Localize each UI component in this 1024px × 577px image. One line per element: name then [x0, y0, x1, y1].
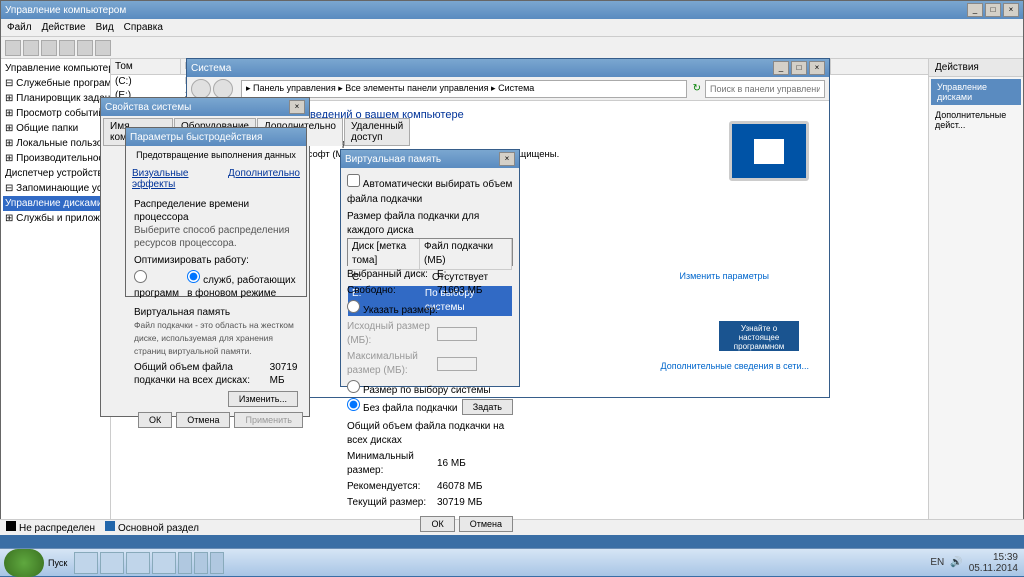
tree-perf[interactable]: ⊞ Производительность	[3, 151, 108, 166]
minimize-button[interactable]: _	[773, 61, 789, 75]
vm-header: Виртуальная память	[134, 306, 298, 319]
set-button[interactable]: Задать	[462, 399, 513, 415]
taskbar: Пуск EN 🔊 15:39 05.11.2014	[0, 548, 1024, 576]
perf-titlebar[interactable]: Параметры быстродействия	[126, 128, 306, 146]
drive-list[interactable]: Диск [метка тома] Файл подкачки (МБ) C: …	[347, 238, 513, 266]
menu-view[interactable]: Вид	[96, 22, 114, 33]
tree-services[interactable]: ⊞ Службы и приложения	[3, 211, 108, 226]
system-title: Система	[191, 63, 231, 74]
clock-date[interactable]: 05.11.2014	[969, 563, 1018, 574]
tree-eventvwr[interactable]: ⊞ Просмотр событий	[3, 106, 108, 121]
system-titlebar[interactable]: Система _ □ ×	[187, 59, 829, 77]
virtual-memory-dialog: Виртуальная память × Автоматически выбир…	[340, 149, 520, 387]
tree-storage[interactable]: ⊟ Запоминающие устройс	[3, 181, 108, 196]
maximize-button[interactable]: □	[985, 3, 1001, 17]
taskbar-task[interactable]	[210, 552, 224, 574]
maximize-button[interactable]: □	[791, 61, 807, 75]
radio-programs[interactable]: программ	[134, 270, 179, 300]
tab-advanced[interactable]: Дополнительно	[228, 168, 300, 190]
quicklaunch-icon[interactable]	[152, 552, 176, 574]
menu-help[interactable]: Справка	[124, 22, 163, 33]
quicklaunch-icon[interactable]	[126, 552, 150, 574]
refresh-icon[interactable]: ↻	[693, 83, 701, 94]
performance-options-dialog: Параметры быстродействия Предотвращение …	[125, 127, 307, 297]
help-icon[interactable]	[95, 40, 111, 56]
mmc-tree[interactable]: Управление компьютером (лок ⊟ Служебные …	[1, 59, 111, 534]
apply-button[interactable]: Применить	[234, 412, 303, 428]
mmc-titlebar[interactable]: Управление компьютером _ □ ×	[1, 1, 1023, 19]
lang-indicator[interactable]: EN	[930, 557, 944, 568]
up-icon[interactable]	[41, 40, 57, 56]
vm-titlebar[interactable]: Виртуальная память ×	[341, 150, 519, 168]
radio-none[interactable]: Без файла подкачки	[347, 398, 458, 416]
mmc-toolbar	[1, 37, 1023, 59]
auto-checkbox[interactable]: Автоматически выбирать объем файла подка…	[347, 179, 512, 205]
legend-unalloc-icon	[6, 521, 16, 531]
nav-back-icon[interactable]	[191, 79, 211, 99]
quicklaunch-icon[interactable]	[74, 552, 98, 574]
sysprops-titlebar[interactable]: Свойства системы ×	[101, 98, 309, 116]
tab-remote[interactable]: Удаленный доступ	[344, 118, 410, 146]
radio-custom[interactable]: Указать размер:	[347, 305, 438, 316]
tree-users[interactable]: ⊞ Локальные пользовате	[3, 136, 108, 151]
back-icon[interactable]	[5, 40, 21, 56]
minimize-button[interactable]: _	[967, 3, 983, 17]
tab-visual[interactable]: Визуальные эффекты	[132, 168, 218, 190]
tree-diskmgmt[interactable]: Управление дисками	[3, 196, 108, 211]
taskbar-task[interactable]	[178, 552, 192, 574]
refresh-icon[interactable]	[59, 40, 75, 56]
actions-more[interactable]: Дополнительные дейст...	[929, 107, 1023, 133]
actions-diskmgmt[interactable]: Управление дисками	[931, 79, 1021, 105]
system-tray[interactable]: EN 🔊 15:39 05.11.2014	[924, 552, 1024, 574]
actions-pane: Действия Управление дисками Дополнительн…	[928, 59, 1023, 534]
mmc-title: Управление компьютером	[5, 5, 126, 16]
radio-services[interactable]: служб, работающих в фоновом режиме	[187, 270, 298, 300]
genuine-badge: Узнайте о настоящее программном обеспече…	[719, 321, 799, 351]
forward-icon[interactable]	[23, 40, 39, 56]
tree-systools[interactable]: ⊟ Служебные программы	[3, 76, 108, 91]
tree-devmgr[interactable]: Диспетчер устройств	[3, 166, 108, 181]
change-settings-link[interactable]: Изменить параметры	[680, 271, 769, 281]
cancel-button[interactable]: Отмена	[176, 412, 230, 428]
nav-fwd-icon[interactable]	[213, 79, 233, 99]
mmc-menubar: Файл Действие Вид Справка	[1, 19, 1023, 37]
search-input[interactable]	[705, 80, 825, 98]
clock-time[interactable]: 15:39	[969, 552, 1018, 563]
online-info-link[interactable]: Дополнительные сведения в сети...	[661, 361, 810, 371]
close-button[interactable]: ×	[289, 100, 305, 114]
ok-button[interactable]: ОК	[420, 516, 454, 532]
menu-action[interactable]: Действие	[42, 22, 86, 33]
windows-logo-icon	[729, 121, 809, 181]
col-volume[interactable]: Том	[111, 59, 181, 74]
initial-size-input	[437, 327, 477, 341]
start-label: Пуск	[48, 558, 67, 568]
tray-icon[interactable]: 🔊	[950, 557, 962, 568]
cancel-button[interactable]: Отмена	[459, 516, 513, 532]
props-icon[interactable]	[77, 40, 93, 56]
legend-primary-icon	[105, 521, 115, 531]
quicklaunch-icon[interactable]	[100, 552, 124, 574]
close-button[interactable]: ×	[809, 61, 825, 75]
sched-header: Распределение времени процессора	[134, 198, 298, 224]
start-button[interactable]	[4, 549, 44, 577]
menu-file[interactable]: Файл	[7, 22, 32, 33]
tree-root[interactable]: Управление компьютером (лок	[3, 61, 108, 76]
change-button[interactable]: Изменить...	[228, 391, 298, 407]
close-button[interactable]: ×	[1003, 3, 1019, 17]
tree-shared[interactable]: ⊞ Общие папки	[3, 121, 108, 136]
taskbar-task[interactable]	[194, 552, 208, 574]
radio-system[interactable]: Размер по выбору системы	[347, 385, 491, 396]
actions-title: Действия	[929, 59, 1023, 77]
address-bar[interactable]: ▸ Панель управления ▸ Все элементы панел…	[241, 80, 687, 98]
close-button[interactable]: ×	[499, 152, 515, 166]
ok-button[interactable]: ОК	[138, 412, 172, 428]
dep-header: Предотвращение выполнения данных	[126, 146, 306, 164]
max-size-input	[437, 357, 477, 371]
tree-scheduler[interactable]: ⊞ Планировщик заданий	[3, 91, 108, 106]
